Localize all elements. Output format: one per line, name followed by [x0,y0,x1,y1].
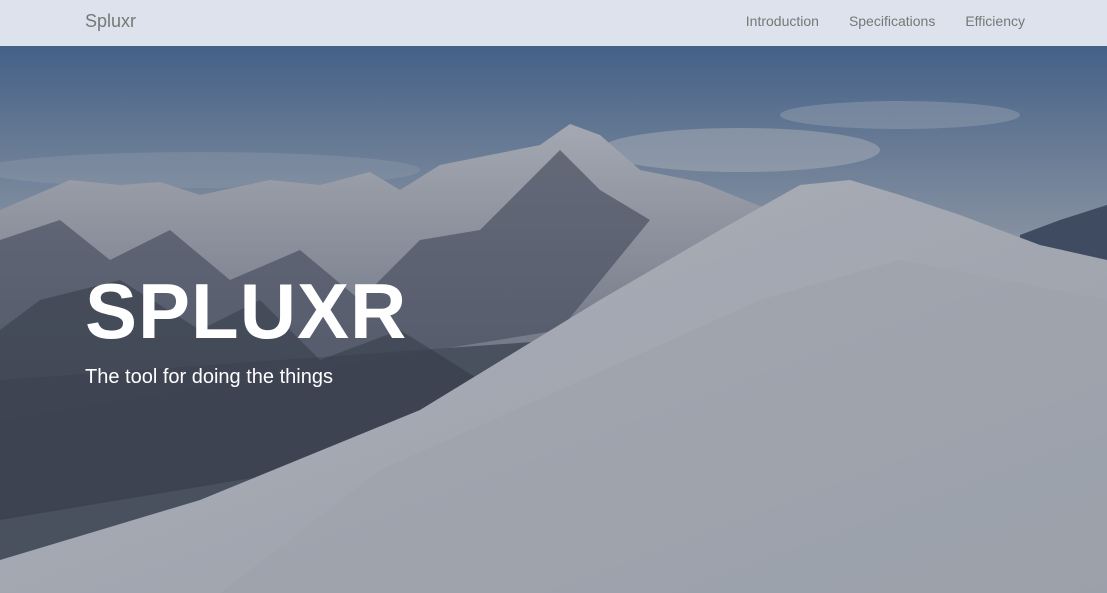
nav-link-efficiency[interactable]: Efficiency [965,13,1025,29]
nav-link-introduction[interactable]: Introduction [746,13,819,29]
hero-section: SPLUXR The tool for doing the things [0,0,1107,593]
nav-links: Introduction Specifications Efficiency [716,13,1025,29]
nav-link-specifications[interactable]: Specifications [849,13,935,29]
hero-title: SPLUXR [85,267,408,355]
brand-link[interactable]: Spluxr [85,11,136,32]
navbar: Spluxr Introduction Specifications Effic… [0,0,1107,46]
hero-content: SPLUXR The tool for doing the things [85,272,407,389]
hero-tagline: The tool for doing the things [85,366,333,388]
